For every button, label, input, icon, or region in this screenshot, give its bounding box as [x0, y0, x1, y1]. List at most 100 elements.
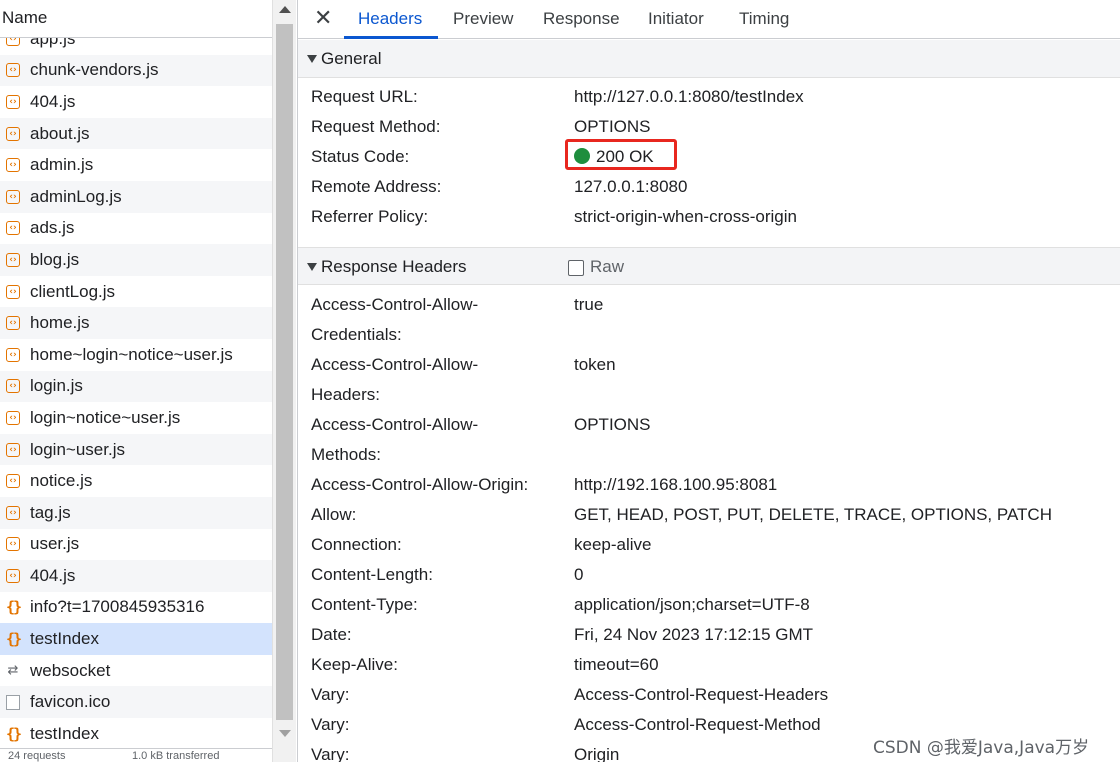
js-file-icon: ‹› — [4, 441, 22, 459]
request-row[interactable]: ‹› chunk-vendors.js — [0, 54, 272, 87]
request-row[interactable]: ‹› login~user.js — [0, 433, 272, 466]
status-highlight-box — [565, 139, 677, 170]
response-header-key: Access-Control-Allow-Headers: — [311, 355, 479, 404]
request-row[interactable]: ‹› 404.js — [0, 560, 272, 592]
general-key: Status Code: — [311, 147, 410, 166]
request-row[interactable]: ‹› home~login~notice~user.js — [0, 339, 272, 371]
response-header-key: Access-Control-Allow-Origin: — [311, 475, 529, 494]
scroll-up-arrow-icon[interactable] — [279, 6, 291, 13]
request-name: login~user.js — [30, 439, 125, 459]
response-header-key: Content-Length: — [311, 565, 433, 584]
response-header-key: Vary: — [311, 745, 350, 762]
request-row[interactable]: {} info?t=1700845935316 — [0, 592, 272, 624]
request-row[interactable]: {} testIndex — [0, 623, 272, 655]
response-header-value: Access-Control-Request-Headers — [574, 685, 829, 704]
js-file-icon: ‹› — [4, 219, 22, 237]
js-file-icon: ‹› — [4, 125, 22, 143]
tab-response[interactable]: Response — [543, 9, 620, 29]
request-list-panel: ‹› app.js ‹› chunk-vendors.js ‹› 404.js ‹› abou… — [0, 0, 272, 762]
active-tab-indicator — [344, 36, 438, 39]
request-name: ads.js — [30, 218, 75, 238]
js-file-icon: ‹› — [4, 251, 22, 269]
js-file-icon: ‹› — [4, 93, 22, 111]
js-file-icon: ‹› — [4, 472, 22, 490]
request-name: testIndex — [30, 629, 99, 649]
js-file-icon: ‹› — [4, 188, 22, 206]
js-file-icon: ‹› — [4, 346, 22, 364]
general-key: Referrer Policy: — [311, 207, 429, 226]
response-headers-section-header[interactable]: Response Headers Raw — [298, 247, 1120, 285]
request-name: websocket — [30, 660, 111, 680]
js-file-icon: ‹› — [4, 377, 22, 395]
request-name: testIndex — [30, 723, 99, 743]
response-header-value: application/json;charset=UTF-8 — [574, 595, 810, 614]
status-bar: 24 requests 1.0 kB transferred — [0, 748, 272, 762]
request-row[interactable]: ‹› about.js — [0, 117, 272, 150]
request-row[interactable]: ‹› home.js — [0, 307, 272, 339]
request-row[interactable]: {} testIndex — [0, 718, 272, 750]
request-name: login.js — [30, 376, 83, 396]
response-header-value: Origin — [574, 745, 620, 762]
general-section-header[interactable]: General — [298, 40, 1120, 78]
js-file-icon: ‹› — [4, 535, 22, 553]
xhr-icon: {} — [5, 724, 22, 743]
csdn-watermark: CSDN @我爱Java,Java万岁 — [873, 738, 1090, 758]
request-row[interactable]: ‹› admin.js — [0, 149, 272, 181]
request-row[interactable]: ‹› adminLog.js — [0, 180, 272, 213]
request-name: tag.js — [30, 502, 71, 522]
general-value: strict-origin-when-cross-origin — [574, 207, 797, 226]
request-name: login~notice~user.js — [30, 407, 181, 427]
js-file-icon: ‹› — [4, 409, 22, 427]
request-row[interactable]: ‹› notice.js — [0, 465, 272, 497]
general-key: Remote Address: — [311, 177, 442, 196]
name-column-header[interactable]: Name — [0, 0, 272, 38]
response-headers-title: Response Headers — [321, 257, 467, 276]
request-row[interactable]: ‹› 404.js — [0, 86, 272, 118]
scroll-down-arrow-icon[interactable] — [279, 730, 291, 737]
request-row[interactable]: ‹› login.js — [0, 370, 272, 403]
tab-timing[interactable]: Timing — [739, 9, 789, 29]
response-header-key: Access-Control-Allow-Methods: — [311, 415, 479, 464]
request-name: info?t=1700845935316 — [30, 597, 205, 617]
response-header-key: Access-Control-Allow-Credentials: — [311, 295, 479, 344]
request-row[interactable]: ‹› blog.js — [0, 244, 272, 276]
response-header-value: Fri, 24 Nov 2023 17:12:15 GMT — [574, 625, 814, 644]
tab-initiator[interactable]: Initiator — [648, 9, 704, 29]
request-name: 404.js — [30, 91, 76, 111]
js-file-icon: ‹› — [4, 314, 22, 332]
raw-checkbox[interactable] — [568, 260, 584, 276]
response-header-key: Content-Type: — [311, 595, 418, 614]
js-file-icon: ‹› — [4, 283, 22, 301]
general-value: http://127.0.0.1:8080/testIndex — [574, 87, 804, 106]
request-name: home.js — [30, 313, 90, 333]
general-section-title: General — [321, 49, 382, 68]
request-count: 24 requests — [8, 750, 66, 762]
tab-headers[interactable]: Headers — [358, 9, 422, 29]
js-file-icon: ‹› — [4, 61, 22, 79]
request-row[interactable]: ⇄ websocket — [0, 655, 272, 687]
js-file-icon: ‹› — [4, 156, 22, 174]
scrollbar-thumb[interactable] — [276, 24, 293, 720]
response-header-key: Vary: — [311, 685, 350, 704]
response-header-value: http://192.168.100.95:8081 — [574, 475, 778, 494]
name-column-label: Name — [2, 8, 48, 27]
request-row[interactable]: ‹› login~notice~user.js — [0, 402, 272, 434]
response-header-value: GET, HEAD, POST, PUT, DELETE, TRACE, OPT… — [574, 505, 1052, 524]
response-header-value: 0 — [574, 565, 584, 584]
tab-preview[interactable]: Preview — [453, 9, 513, 29]
request-name: favicon.ico — [30, 692, 111, 712]
request-name: chunk-vendors.js — [30, 60, 159, 80]
expand-triangle-icon — [307, 263, 317, 271]
js-file-icon: ‹› — [4, 504, 22, 522]
request-row[interactable]: ‹› tag.js — [0, 496, 272, 529]
request-row[interactable]: ‹› ads.js — [0, 213, 272, 245]
transferred-size: 1.0 kB transferred — [132, 750, 220, 762]
request-row[interactable]: favicon.ico — [0, 686, 272, 719]
request-list-scrollbar[interactable] — [272, 0, 296, 762]
raw-checkbox-label[interactable]: Raw — [590, 257, 624, 277]
expand-triangle-icon — [307, 55, 317, 63]
request-row[interactable]: ‹› user.js — [0, 529, 272, 561]
request-name: 404.js — [30, 565, 76, 585]
request-row[interactable]: ‹› clientLog.js — [0, 276, 272, 308]
close-icon[interactable]: ✕ — [314, 6, 332, 31]
